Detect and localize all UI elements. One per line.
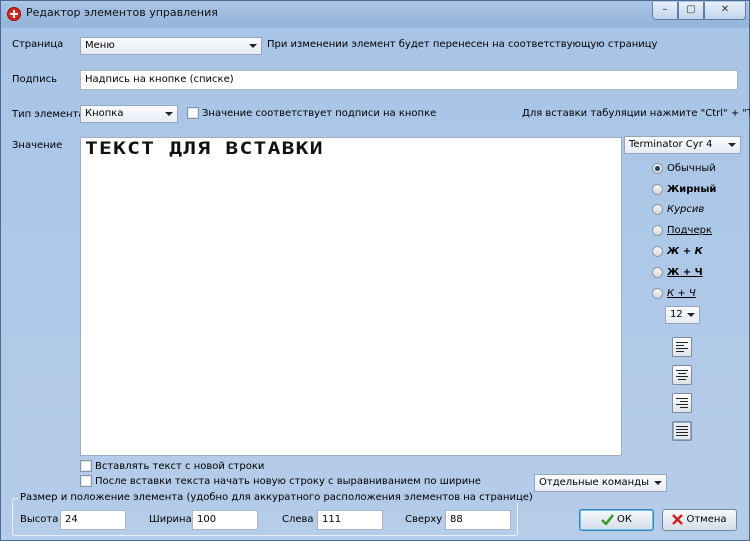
- chevron-down-icon: [687, 313, 695, 317]
- chevron-down-icon: [249, 44, 257, 48]
- style-regular-label[interactable]: Обычный: [667, 163, 716, 174]
- justify-after-label[interactable]: После вставки текста начать новую строку…: [95, 476, 481, 487]
- align-left-button[interactable]: [672, 337, 692, 357]
- minimize-button[interactable]: –: [652, 2, 678, 20]
- style-italic-underline-radio[interactable]: [652, 288, 663, 299]
- align-center-button[interactable]: [672, 365, 692, 385]
- font-family-select[interactable]: Terminator Cyr 4: [624, 136, 741, 154]
- font-size-select[interactable]: 12: [665, 306, 700, 324]
- height-label: Высота: [20, 514, 59, 525]
- element-type-value: Кнопка: [85, 108, 124, 119]
- chevron-down-icon: [728, 143, 736, 147]
- ok-button-label: ОК: [617, 514, 632, 525]
- style-bold-radio[interactable]: [652, 184, 663, 195]
- align-center-icon: [676, 370, 688, 380]
- app-icon: [7, 7, 21, 21]
- height-input[interactable]: 24: [60, 510, 126, 530]
- width-label: Ширина: [149, 514, 192, 525]
- cross-icon: [672, 513, 684, 525]
- commands-select[interactable]: Отдельные команды: [534, 474, 667, 492]
- style-bold-italic-label[interactable]: Ж + К: [667, 246, 703, 257]
- value-text: ТЕКСТ ДЛЯ ВСТАВКИ: [85, 139, 324, 159]
- page-label: Страница: [12, 39, 64, 50]
- title-bar[interactable]: Редактор элементов управления – ▢ ✕: [1, 1, 749, 27]
- tab-hint: Для вставки табуляции нажмите "Ctrl" + "…: [522, 108, 750, 119]
- chevron-down-icon: [654, 481, 662, 485]
- align-justify-button[interactable]: [672, 421, 692, 441]
- font-size-value: 12: [670, 309, 683, 320]
- new-line-label[interactable]: Вставлять текст с новой строки: [95, 461, 264, 472]
- justify-after-checkbox[interactable]: [80, 475, 92, 487]
- cancel-button-label: Отмена: [686, 514, 727, 525]
- page-select[interactable]: Меню: [80, 37, 262, 55]
- match-caption-label[interactable]: Значение соответствует подписи на кнопке: [202, 108, 436, 119]
- left-input[interactable]: 111: [317, 510, 383, 530]
- style-regular-radio[interactable]: [652, 163, 663, 174]
- element-type-label: Тип элемента: [12, 109, 85, 120]
- style-underline-radio[interactable]: [652, 225, 663, 236]
- style-bold-underline-label[interactable]: Ж + Ч: [667, 267, 703, 278]
- top-input[interactable]: 88: [445, 510, 511, 530]
- style-underline-label[interactable]: Подчерк: [667, 225, 712, 236]
- style-bold-italic-radio[interactable]: [652, 246, 663, 257]
- editor-window: Редактор элементов управления – ▢ ✕ Стра…: [0, 0, 750, 541]
- style-italic-radio[interactable]: [652, 204, 663, 215]
- left-label: Слева: [282, 514, 314, 525]
- ok-button[interactable]: ОК: [579, 509, 654, 531]
- style-bold-label[interactable]: Жирный: [667, 184, 716, 195]
- maximize-button[interactable]: ▢: [678, 2, 704, 20]
- element-type-select[interactable]: Кнопка: [80, 105, 178, 123]
- top-input-value: 88: [450, 514, 463, 525]
- cancel-button[interactable]: Отмена: [662, 509, 737, 531]
- align-right-icon: [676, 398, 688, 408]
- match-caption-checkbox[interactable]: [187, 107, 199, 119]
- align-left-icon: [676, 342, 688, 352]
- geometry-group-title: Размер и положение элемента (удобно для …: [18, 492, 535, 503]
- checkmark-icon: [601, 513, 614, 525]
- align-justify-icon: [676, 426, 688, 436]
- page-hint: При изменении элемент будет перенесен на…: [267, 39, 658, 50]
- value-label: Значение: [12, 140, 63, 151]
- style-italic-underline-label[interactable]: К + Ч: [667, 288, 696, 299]
- page-select-value: Меню: [85, 40, 115, 51]
- chevron-down-icon: [165, 112, 173, 116]
- caption-input[interactable]: Надпись на кнопке (списке): [80, 70, 738, 90]
- value-textarea[interactable]: ТЕКСТ ДЛЯ ВСТАВКИ: [80, 137, 622, 456]
- left-input-value: 111: [322, 514, 342, 525]
- top-label: Сверху: [405, 514, 443, 525]
- align-right-button[interactable]: [672, 393, 692, 413]
- commands-select-value: Отдельные команды: [539, 477, 649, 488]
- new-line-checkbox[interactable]: [80, 460, 92, 472]
- width-input-value: 100: [197, 514, 217, 525]
- close-button[interactable]: ✕: [704, 2, 746, 20]
- window-title: Редактор элементов управления: [26, 6, 218, 19]
- width-input[interactable]: 100: [192, 510, 258, 530]
- style-bold-underline-radio[interactable]: [652, 267, 663, 278]
- caption-input-value: Надпись на кнопке (списке): [85, 74, 234, 85]
- caption-label: Подпись: [12, 74, 57, 85]
- height-input-value: 24: [65, 514, 78, 525]
- font-family-value: Terminator Cyr 4: [629, 139, 713, 150]
- style-italic-label[interactable]: Курсив: [667, 204, 704, 215]
